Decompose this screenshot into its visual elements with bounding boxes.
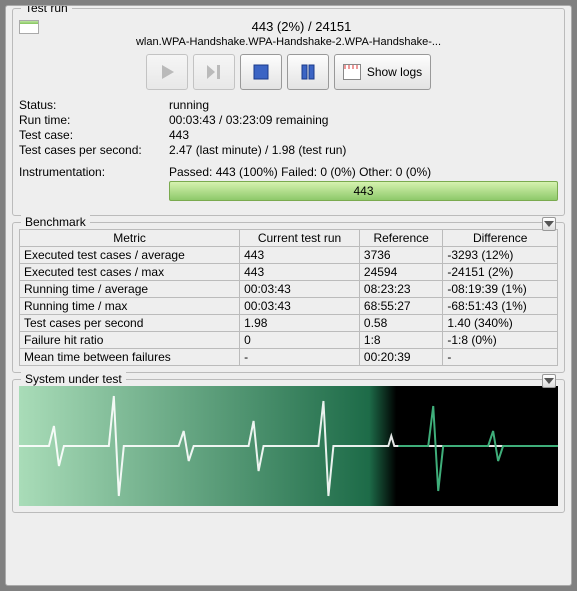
step-icon xyxy=(204,62,224,82)
table-cell: 08:23:23 xyxy=(359,281,442,298)
benchmark-group: Benchmark Metric Current test run Refere… xyxy=(12,222,565,373)
table-cell: 24594 xyxy=(359,264,442,281)
instrumentation-value: Passed: 443 (100%) Failed: 0 (0%) Other:… xyxy=(169,165,558,179)
table-cell: 00:03:43 xyxy=(240,298,360,315)
table-cell: 0 xyxy=(240,332,360,349)
table-cell: -24151 (2%) xyxy=(443,264,558,281)
status-grid: Status: running Run time: 00:03:43 / 03:… xyxy=(19,98,558,157)
test-run-window: Test run 443 (2%) / 24151 wlan.WPA-Hands… xyxy=(5,5,572,586)
table-cell: 1.98 xyxy=(240,315,360,332)
testcase-label: Test case: xyxy=(19,128,169,142)
runtime-value: 00:03:43 / 03:23:09 remaining xyxy=(169,113,558,127)
table-cell: - xyxy=(240,349,360,366)
table-cell: 443 xyxy=(240,264,360,281)
table-cell: 1:8 xyxy=(359,332,442,349)
current-testcase-path: wlan.WPA-Handshake.WPA-Handshake-2.WPA-H… xyxy=(19,36,558,48)
progress-text: 443 (2%) / 24151 xyxy=(45,19,558,34)
table-cell: 1.40 (340%) xyxy=(443,315,558,332)
table-cell: 00:20:39 xyxy=(359,349,442,366)
table-row: Running time / max00:03:4368:55:27-68:51… xyxy=(20,298,558,315)
stop-button[interactable] xyxy=(240,54,282,90)
toolbar: Show logs xyxy=(19,54,558,90)
instrumentation-bar: 443 xyxy=(169,181,558,201)
table-cell: 3736 xyxy=(359,247,442,264)
table-cell: 443 xyxy=(240,247,360,264)
benchmark-table: Metric Current test run Reference Differ… xyxy=(19,229,558,366)
logs-icon xyxy=(343,64,361,80)
tcps-value: 2.47 (last minute) / 1.98 (test run) xyxy=(169,143,558,157)
benchmark-legend: Benchmark xyxy=(21,215,90,229)
runtime-label: Run time: xyxy=(19,113,169,127)
tcps-label: Test cases per second: xyxy=(19,143,169,157)
table-row: Executed test cases / average4433736-329… xyxy=(20,247,558,264)
test-run-legend: Test run xyxy=(21,5,72,15)
table-cell: 00:03:43 xyxy=(240,281,360,298)
play-icon xyxy=(157,62,177,82)
col-metric[interactable]: Metric xyxy=(20,230,240,247)
global-progress-icon xyxy=(19,20,39,34)
step-button[interactable] xyxy=(193,54,235,90)
table-cell: 0.58 xyxy=(359,315,442,332)
table-cell: Mean time between failures xyxy=(20,349,240,366)
table-row: Executed test cases / max44324594-24151 … xyxy=(20,264,558,281)
col-reference[interactable]: Reference xyxy=(359,230,442,247)
table-cell: Test cases per second xyxy=(20,315,240,332)
pause-icon xyxy=(298,62,318,82)
status-value: running xyxy=(169,98,558,112)
table-row: Running time / average00:03:4308:23:23-0… xyxy=(20,281,558,298)
show-logs-label: Show logs xyxy=(367,65,422,79)
instrumentation-label: Instrumentation: xyxy=(19,165,169,201)
table-row: Test cases per second1.980.581.40 (340%) xyxy=(20,315,558,332)
instrumentation-grid: Instrumentation: Passed: 443 (100%) Fail… xyxy=(19,165,558,201)
table-cell: Running time / max xyxy=(20,298,240,315)
table-cell: -3293 (12%) xyxy=(443,247,558,264)
show-logs-button[interactable]: Show logs xyxy=(334,54,431,90)
table-cell: -1:8 (0%) xyxy=(443,332,558,349)
table-cell: Running time / average xyxy=(20,281,240,298)
table-cell: Executed test cases / max xyxy=(20,264,240,281)
col-current[interactable]: Current test run xyxy=(240,230,360,247)
pause-button[interactable] xyxy=(287,54,329,90)
table-cell: -68:51:43 (1%) xyxy=(443,298,558,315)
play-button[interactable] xyxy=(146,54,188,90)
table-cell: 68:55:27 xyxy=(359,298,442,315)
status-label: Status: xyxy=(19,98,169,112)
col-difference[interactable]: Difference xyxy=(443,230,558,247)
table-cell: Failure hit ratio xyxy=(20,332,240,349)
progress-row: 443 (2%) / 24151 xyxy=(19,19,558,34)
sut-group: System under test xyxy=(12,379,565,513)
table-cell: - xyxy=(443,349,558,366)
table-cell: -08:19:39 (1%) xyxy=(443,281,558,298)
benchmark-collapse-button[interactable] xyxy=(542,217,556,231)
sut-legend: System under test xyxy=(21,372,126,386)
sut-collapse-button[interactable] xyxy=(542,374,556,388)
table-row: Failure hit ratio01:8-1:8 (0%) xyxy=(20,332,558,349)
table-cell: Executed test cases / average xyxy=(20,247,240,264)
testcase-value: 443 xyxy=(169,128,558,142)
stop-icon xyxy=(251,62,271,82)
table-row: Mean time between failures-00:20:39- xyxy=(20,349,558,366)
heartbeat-waveform xyxy=(19,386,558,506)
test-run-group: Test run 443 (2%) / 24151 wlan.WPA-Hands… xyxy=(12,8,565,216)
